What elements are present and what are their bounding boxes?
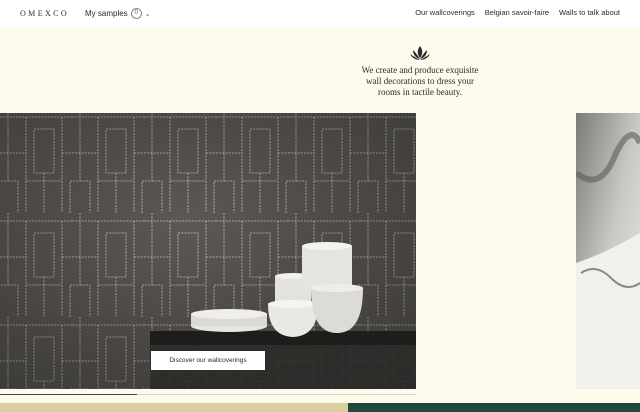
main-nav: Our wallcoverings Belgian savoir-faire W…: [415, 8, 620, 17]
carousel-next-image[interactable]: [576, 113, 640, 389]
nav-walls-to-talk-about[interactable]: Walls to talk about: [559, 8, 620, 17]
intro-line: wall decorations to dress your: [366, 76, 474, 86]
nav-belgian-savoir-faire[interactable]: Belgian savoir-faire: [485, 8, 549, 17]
next-section-preview: [0, 403, 640, 412]
hero-image-wallcovering[interactable]: [0, 113, 416, 389]
green-band-strip: [348, 403, 640, 412]
my-samples-label: My samples: [85, 9, 128, 18]
intro-line: rooms in tactile beauty.: [378, 87, 462, 97]
collage-image-strip: [0, 403, 348, 412]
carousel-progress-bar[interactable]: [0, 394, 416, 395]
carousel-progress-fill: [0, 394, 138, 395]
top-header: OMEXCO My samples 0 ⌄ Our wallcoverings …: [0, 0, 640, 28]
wallpaper-closeup-image: [576, 113, 640, 389]
samples-count-badge: 0: [130, 8, 142, 19]
discover-wallcoverings-button[interactable]: Discover our wallcoverings: [151, 351, 265, 370]
lotus-emblem-icon: [410, 46, 430, 60]
omexco-logo[interactable]: OMEXCO: [20, 9, 69, 18]
intro-line: We create and produce exquisite: [361, 65, 479, 75]
intro-block: We create and produce exquisite wall dec…: [340, 44, 500, 98]
wallpaper-pattern-image: [0, 113, 416, 389]
my-samples-button[interactable]: My samples 0 ⌄: [85, 8, 151, 19]
nav-our-wallcoverings[interactable]: Our wallcoverings: [415, 8, 475, 17]
chevron-down-icon: ⌄: [144, 10, 151, 18]
